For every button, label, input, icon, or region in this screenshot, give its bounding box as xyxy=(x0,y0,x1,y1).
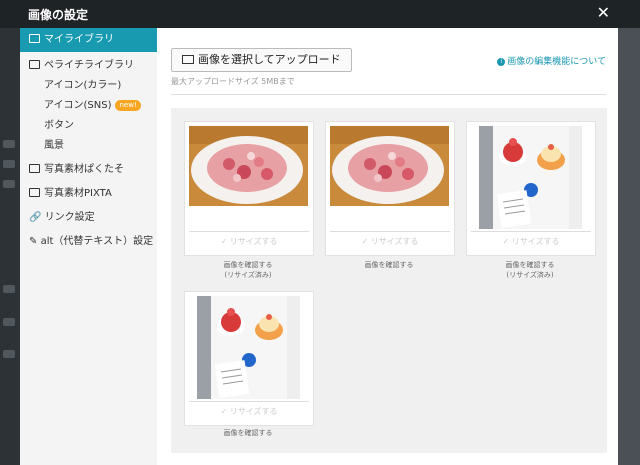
upload-button[interactable]: 画像を選択してアップロード xyxy=(171,48,352,72)
resize-button[interactable]: ✓ リサイズする xyxy=(467,236,595,247)
sidebar-item-alt-settings[interactable]: ✎ alt（代替テキスト）設定 xyxy=(20,232,157,252)
image-thumbnail xyxy=(479,126,582,229)
sidebar-item-label: ペライチライブラリ xyxy=(44,60,134,71)
resize-button[interactable]: ✓ リサイズする xyxy=(326,236,454,247)
sidebar-item-pixta[interactable]: 写真素材PIXTA xyxy=(20,184,157,204)
info-icon: i xyxy=(497,57,506,66)
image-card[interactable]: ✓ リサイズする xyxy=(325,121,455,256)
background-app-mark xyxy=(3,180,15,188)
dialog-title: 画像の設定 xyxy=(28,8,89,22)
image-caption[interactable]: 画像を確認する (リサイズ済み) xyxy=(184,260,312,280)
sidebar-item-my-library[interactable]: マイライブラリ xyxy=(20,28,157,52)
resize-button[interactable]: ✓ リサイズする xyxy=(185,406,313,417)
background-app-mark xyxy=(3,140,15,148)
view-image-link[interactable]: 画像を確認する xyxy=(506,261,555,269)
background-app-strip xyxy=(0,0,20,465)
resize-label: リサイズする xyxy=(511,237,560,246)
sidebar-item-scenery[interactable]: 風景 xyxy=(20,136,157,156)
image-card[interactable]: ✓ リサイズする xyxy=(184,291,314,426)
image-card[interactable]: ✓ リサイズする xyxy=(184,121,314,256)
shaved-ice-photo xyxy=(189,126,308,206)
resize-button[interactable]: ✓ リサイズする xyxy=(185,236,313,247)
sidebar-item-icon-color[interactable]: アイコン(カラー) xyxy=(20,76,157,96)
image-settings-dialog: 画像の設定 ✕ マイライブラリ ペライチライブラリ アイコン(カラー) アイコン… xyxy=(0,0,640,465)
about-editing-link[interactable]: i 画像の編集機能について xyxy=(497,54,606,67)
shaved-ice-photo xyxy=(330,126,449,206)
background-app-mark xyxy=(3,160,15,168)
view-image-link[interactable]: 画像を確認する xyxy=(224,429,273,437)
sidebar-item-label: アイコン(カラー) xyxy=(44,80,122,91)
sidebar-item-peraichi-library[interactable]: ペライチライブラリ xyxy=(20,56,157,76)
sidebar-item-label: alt（代替テキスト）設定 xyxy=(40,236,154,247)
about-editing-label: 画像の編集機能について xyxy=(507,57,606,67)
close-icon[interactable]: ✕ xyxy=(597,3,610,22)
cakes-photo xyxy=(197,296,300,399)
view-image-link[interactable]: 画像を確認する xyxy=(224,261,273,269)
image-icon xyxy=(29,59,40,69)
image-caption[interactable]: 画像を確認する xyxy=(184,428,312,438)
background-app-mark xyxy=(3,318,15,326)
background-app-right xyxy=(618,0,640,465)
sidebar-item-label: 写真素材PIXTA xyxy=(44,188,112,199)
folder-icon xyxy=(182,54,194,64)
card-separator xyxy=(330,231,450,232)
sidebar-item-label: 写真素材ぱくたそ xyxy=(44,164,124,175)
image-gallery: ✓ リサイズする 画像を確認する (リサイズ済み) ✓ リサイズする 画像を確認… xyxy=(171,108,607,453)
cakes-photo xyxy=(479,126,582,229)
sidebar-item-label: リンク設定 xyxy=(44,212,95,223)
image-caption[interactable]: 画像を確認する xyxy=(325,260,453,270)
view-image-link[interactable]: 画像を確認する xyxy=(365,261,414,269)
image-icon xyxy=(29,163,40,173)
image-card[interactable]: ✓ リサイズする xyxy=(466,121,596,256)
image-icon xyxy=(29,187,40,197)
pencil-icon: ✎ xyxy=(29,236,38,247)
sidebar-item-label: マイライブラリ xyxy=(44,34,114,45)
sidebar-item-label: アイコン(SNS) xyxy=(44,100,112,111)
image-thumbnail xyxy=(330,126,449,206)
resized-note: (リサイズ済み) xyxy=(224,271,272,279)
sidebar-item-icon-sns[interactable]: アイコン(SNS) new! xyxy=(20,96,157,116)
resize-label: リサイズする xyxy=(370,237,419,246)
resized-note: (リサイズ済み) xyxy=(506,271,554,279)
card-separator xyxy=(189,231,309,232)
background-app-mark xyxy=(3,285,15,293)
image-thumbnail xyxy=(197,296,300,399)
image-icon xyxy=(29,33,40,43)
main-panel: 画像を選択してアップロード 最大アップロードサイズ 5MBまで i 画像の編集機能… xyxy=(157,28,618,465)
link-icon: 🔗 xyxy=(29,212,42,223)
resize-label: リサイズする xyxy=(229,407,278,416)
sidebar-item-link-settings[interactable]: 🔗 リンク設定 xyxy=(20,208,157,228)
sidebar-item-pakutaso[interactable]: 写真素材ぱくたそ xyxy=(20,160,157,180)
sidebar-item-button[interactable]: ボタン xyxy=(20,116,157,136)
card-separator xyxy=(189,401,309,402)
image-caption[interactable]: 画像を確認する (リサイズ済み) xyxy=(466,260,594,280)
sidebar-item-label: 風景 xyxy=(44,140,64,151)
image-thumbnail xyxy=(189,126,308,206)
max-upload-size: 最大アップロードサイズ 5MBまで xyxy=(171,77,295,86)
resize-label: リサイズする xyxy=(229,237,278,246)
sidebar-item-label: ボタン xyxy=(44,120,74,131)
dialog-titlebar: 画像の設定 ✕ xyxy=(0,0,640,28)
card-separator xyxy=(471,231,591,232)
divider xyxy=(171,94,606,95)
upload-button-label: 画像を選択してアップロード xyxy=(198,53,341,66)
sidebar: マイライブラリ ペライチライブラリ アイコン(カラー) アイコン(SNS) new… xyxy=(20,28,157,465)
new-badge: new! xyxy=(115,99,141,111)
background-app-mark xyxy=(3,350,15,358)
